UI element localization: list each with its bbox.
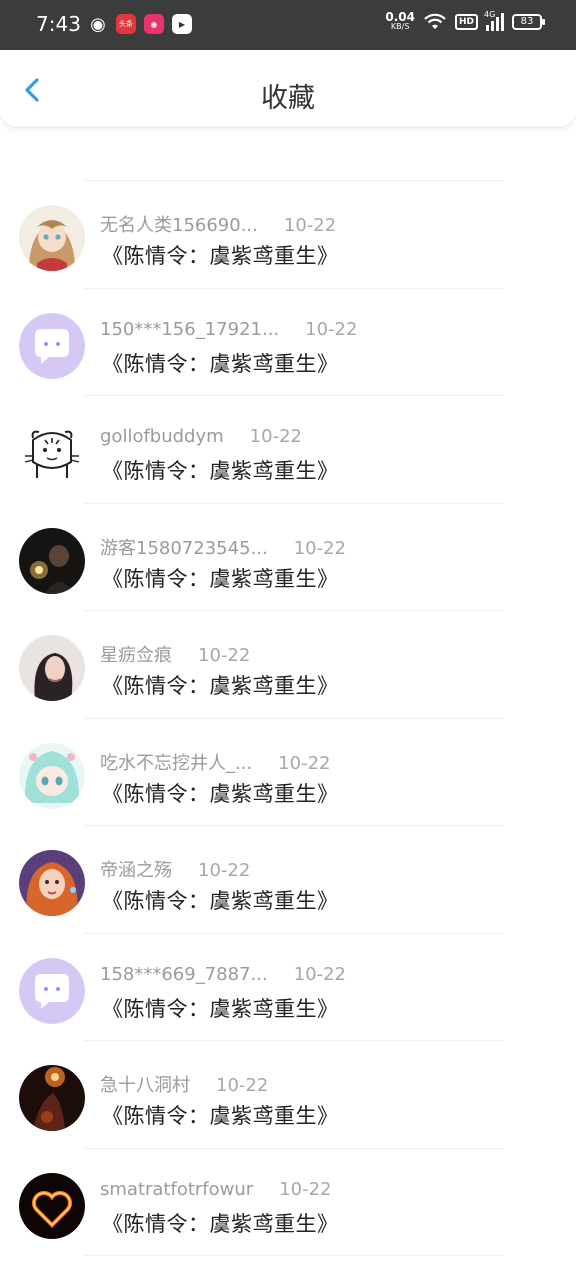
hd-badge: HD — [454, 14, 478, 30]
list-item[interactable]: 无名人类156690... 10-22 《陈情令：虞紫鸢重生》 — [0, 181, 576, 289]
toutiao-icon: 头条 — [116, 14, 136, 34]
item-meta: 星疬佥痕 10-22 — [100, 641, 250, 667]
item-meta: 吃水不忘挖井人_... 10-22 — [100, 749, 330, 775]
avatar[interactable] — [19, 635, 85, 701]
favorites-list: 《陈情令：虞紫鸢重生》 无名人类156690... 10-22 《陈情令：虞紫鸢重生》… — [0, 60, 576, 1256]
item-date: 10-22 — [198, 860, 251, 881]
avatar[interactable] — [19, 957, 85, 1024]
item-meta: 158***669_7887... 10-22 — [100, 964, 346, 985]
favorite-title[interactable]: 《陈情令：虞紫鸢重生》 — [102, 1100, 339, 1130]
avatar[interactable] — [19, 420, 85, 486]
battery-icon: 83 — [512, 14, 545, 30]
list-item[interactable]: 158***669_7887... 10-22 《陈情令：虞紫鸢重生》 — [0, 934, 576, 1041]
status-time: 7:43 — [36, 12, 81, 36]
username: 150***156_17921... — [100, 318, 280, 340]
wifi-icon — [424, 13, 446, 29]
notification-icons: ◉ 头条 ◉ ▶ — [88, 13, 192, 35]
wechat-icon: ◉ — [90, 13, 106, 35]
network-speed: 0.04 KB/S — [385, 11, 415, 32]
list-item[interactable]: gollofbuddym 10-22 《陈情令：虞紫鸢重生》 — [0, 396, 576, 504]
signal-icon: 4G — [484, 10, 504, 31]
favorite-title[interactable]: 《陈情令：虞紫鸢重生》 — [102, 455, 339, 485]
item-date: 10-22 — [305, 318, 358, 340]
avatar[interactable] — [19, 205, 85, 271]
username: 星疬佥痕 — [100, 645, 172, 666]
item-meta: 急十八洞村 10-22 — [100, 1071, 268, 1097]
favorite-title[interactable]: 《陈情令：虞紫鸢重生》 — [102, 1208, 339, 1238]
list-item[interactable]: 星疬佥痕 10-22 《陈情令：虞紫鸢重生》 — [0, 611, 576, 719]
username: 急十八洞村 — [100, 1075, 190, 1096]
favorite-title[interactable]: 《陈情令：虞紫鸢重生》 — [102, 778, 339, 808]
item-date: 10-22 — [249, 426, 302, 447]
avatar[interactable] — [19, 1172, 85, 1239]
status-right: 0.04 KB/S HD 4G 83 — [385, 10, 545, 32]
divider — [84, 1255, 504, 1256]
avatar[interactable] — [19, 527, 85, 594]
avatar[interactable] — [19, 1065, 85, 1131]
favorite-title[interactable]: 《陈情令：虞紫鸢重生》 — [102, 240, 339, 270]
favorite-title[interactable]: 《陈情令：虞紫鸢重生》 — [102, 670, 339, 700]
username: 158***669_7887... — [100, 963, 268, 985]
item-date: 10-22 — [293, 537, 346, 559]
avatar[interactable] — [19, 312, 85, 379]
username: 游客1580723545... — [100, 537, 268, 559]
item-meta: gollofbuddym 10-22 — [100, 426, 302, 447]
page-title: 收藏 — [261, 83, 315, 114]
header: 收藏 — [0, 50, 576, 126]
item-meta: 帝涵之殇 10-22 — [100, 856, 250, 882]
item-date: 10-22 — [216, 1075, 269, 1096]
item-meta: 无名人类156690... 10-22 — [100, 211, 336, 237]
favorite-title[interactable]: 《陈情令：虞紫鸢重生》 — [102, 348, 339, 378]
username: gollofbuddym — [100, 426, 224, 447]
favorite-title[interactable]: 《陈情令：虞紫鸢重生》 — [102, 885, 339, 915]
favorite-title[interactable]: 《陈情令：虞紫鸢重生》 — [102, 993, 339, 1023]
list-item[interactable]: 吃水不忘挖井人_... 10-22 《陈情令：虞紫鸢重生》 — [0, 719, 576, 826]
username: 无名人类156690... — [100, 215, 258, 236]
item-meta: 150***156_17921... 10-22 — [100, 319, 357, 340]
list-item[interactable]: smatratfotrfowur 10-22 《陈情令：虞紫鸢重生》 — [0, 1149, 576, 1256]
list-item[interactable]: 150***156_17921... 10-22 《陈情令：虞紫鸢重生》 — [0, 289, 576, 396]
item-date: 10-22 — [279, 1178, 332, 1200]
list-item[interactable]: 急十八洞村 10-22 《陈情令：虞紫鸢重生》 — [0, 1041, 576, 1149]
item-date: 10-22 — [278, 752, 331, 774]
bilibili-icon: ▶ — [172, 14, 192, 34]
list-item[interactable]: 帝涵之殇 10-22 《陈情令：虞紫鸢重生》 — [0, 826, 576, 934]
favorite-title[interactable]: 《陈情令：虞紫鸢重生》 — [102, 563, 339, 593]
avatar[interactable] — [19, 850, 85, 916]
avatar[interactable] — [19, 742, 85, 809]
username: 吃水不忘挖井人_... — [100, 752, 253, 774]
item-meta: smatratfotrfowur 10-22 — [100, 1179, 332, 1200]
list-item[interactable]: 游客1580723545... 10-22 《陈情令：虞紫鸢重生》 — [0, 504, 576, 611]
status-bar: 7:43 ◉ 头条 ◉ ▶ 0.04 KB/S HD 4G 83 — [0, 0, 576, 50]
item-date: 10-22 — [283, 215, 337, 236]
username: 帝涵之殇 — [100, 860, 172, 881]
pink-app-icon: ◉ — [144, 14, 164, 34]
username: smatratfotrfowur — [100, 1178, 254, 1200]
item-meta: 游客1580723545... 10-22 — [100, 534, 346, 560]
item-date: 10-22 — [198, 645, 251, 666]
item-date: 10-22 — [293, 963, 346, 985]
network-type: 4G — [484, 10, 496, 19]
